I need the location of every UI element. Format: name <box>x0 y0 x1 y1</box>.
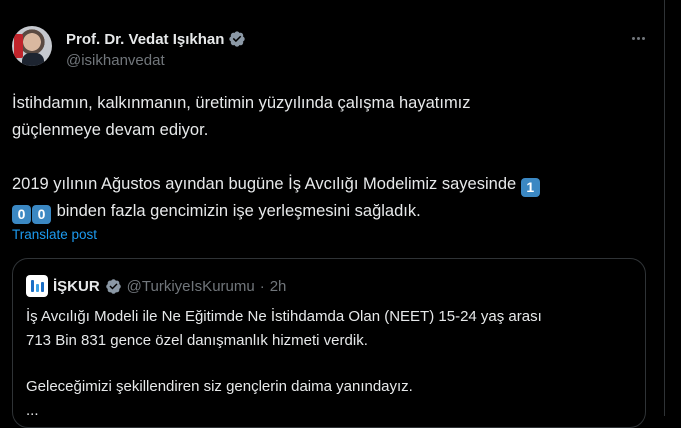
quoted-text: İş Avcılığı Modeli ile Ne Eğitimde Ne İs… <box>26 305 636 423</box>
author-name-row[interactable]: Prof. Dr. Vedat Işıkhan <box>66 29 246 49</box>
verified-gold-badge-icon <box>105 278 121 294</box>
quoted-line: Geleceğimizi şekillendiren siz gençlerin… <box>26 378 413 395</box>
quoted-post[interactable]: İŞKUR @TurkiyeIsKurumu · 2h İş Avcılığı … <box>12 258 646 428</box>
keycap-digit-icon: 1 <box>520 178 540 197</box>
keycap-digit-icon: 0 <box>12 205 31 224</box>
tweet-line: güçlenmeye devam ediyor. <box>12 121 209 139</box>
quoted-header: İŞKUR @TurkiyeIsKurumu · 2h <box>26 275 287 297</box>
tweet-line: İstihdamın, kalkınmanın, üretimin yüzyıl… <box>12 94 471 112</box>
flag-icon <box>14 34 23 58</box>
quoted-display-name[interactable]: İŞKUR <box>53 278 100 295</box>
tweet-line: 00 binden fazla gencimizin işe yerleşmes… <box>12 198 652 225</box>
verified-badge-icon <box>229 31 246 47</box>
quoted-line: ... <box>26 402 39 419</box>
author-handle[interactable]: @isikhanvedat <box>66 52 165 69</box>
avatar[interactable] <box>12 26 52 66</box>
quoted-line: İş Avcılığı Modeli ile Ne Eğitimde Ne İs… <box>26 308 542 325</box>
more-dots-icon <box>631 36 635 40</box>
keycap-digit-icon: 0 <box>32 205 51 224</box>
timeline-border <box>664 0 665 416</box>
quoted-line: 713 Bin 831 gence özel danışmanlık hizme… <box>26 332 368 349</box>
author-display-name[interactable]: Prof. Dr. Vedat Işıkhan <box>66 31 224 48</box>
translate-post-link[interactable]: Translate post <box>12 227 97 242</box>
separator-dot: · <box>259 277 265 295</box>
iskur-logo-icon[interactable] <box>26 275 48 297</box>
tweet-line: 2019 yılının Ağustos ayından bugüne İş A… <box>12 171 652 198</box>
quoted-timestamp[interactable]: 2h <box>270 278 287 295</box>
quoted-handle[interactable]: @TurkiyeIsKurumu <box>127 278 255 295</box>
tweet-text: İstihdamın, kalkınmanın, üretimin yüzyıl… <box>12 90 652 225</box>
more-options-button[interactable] <box>626 28 650 48</box>
